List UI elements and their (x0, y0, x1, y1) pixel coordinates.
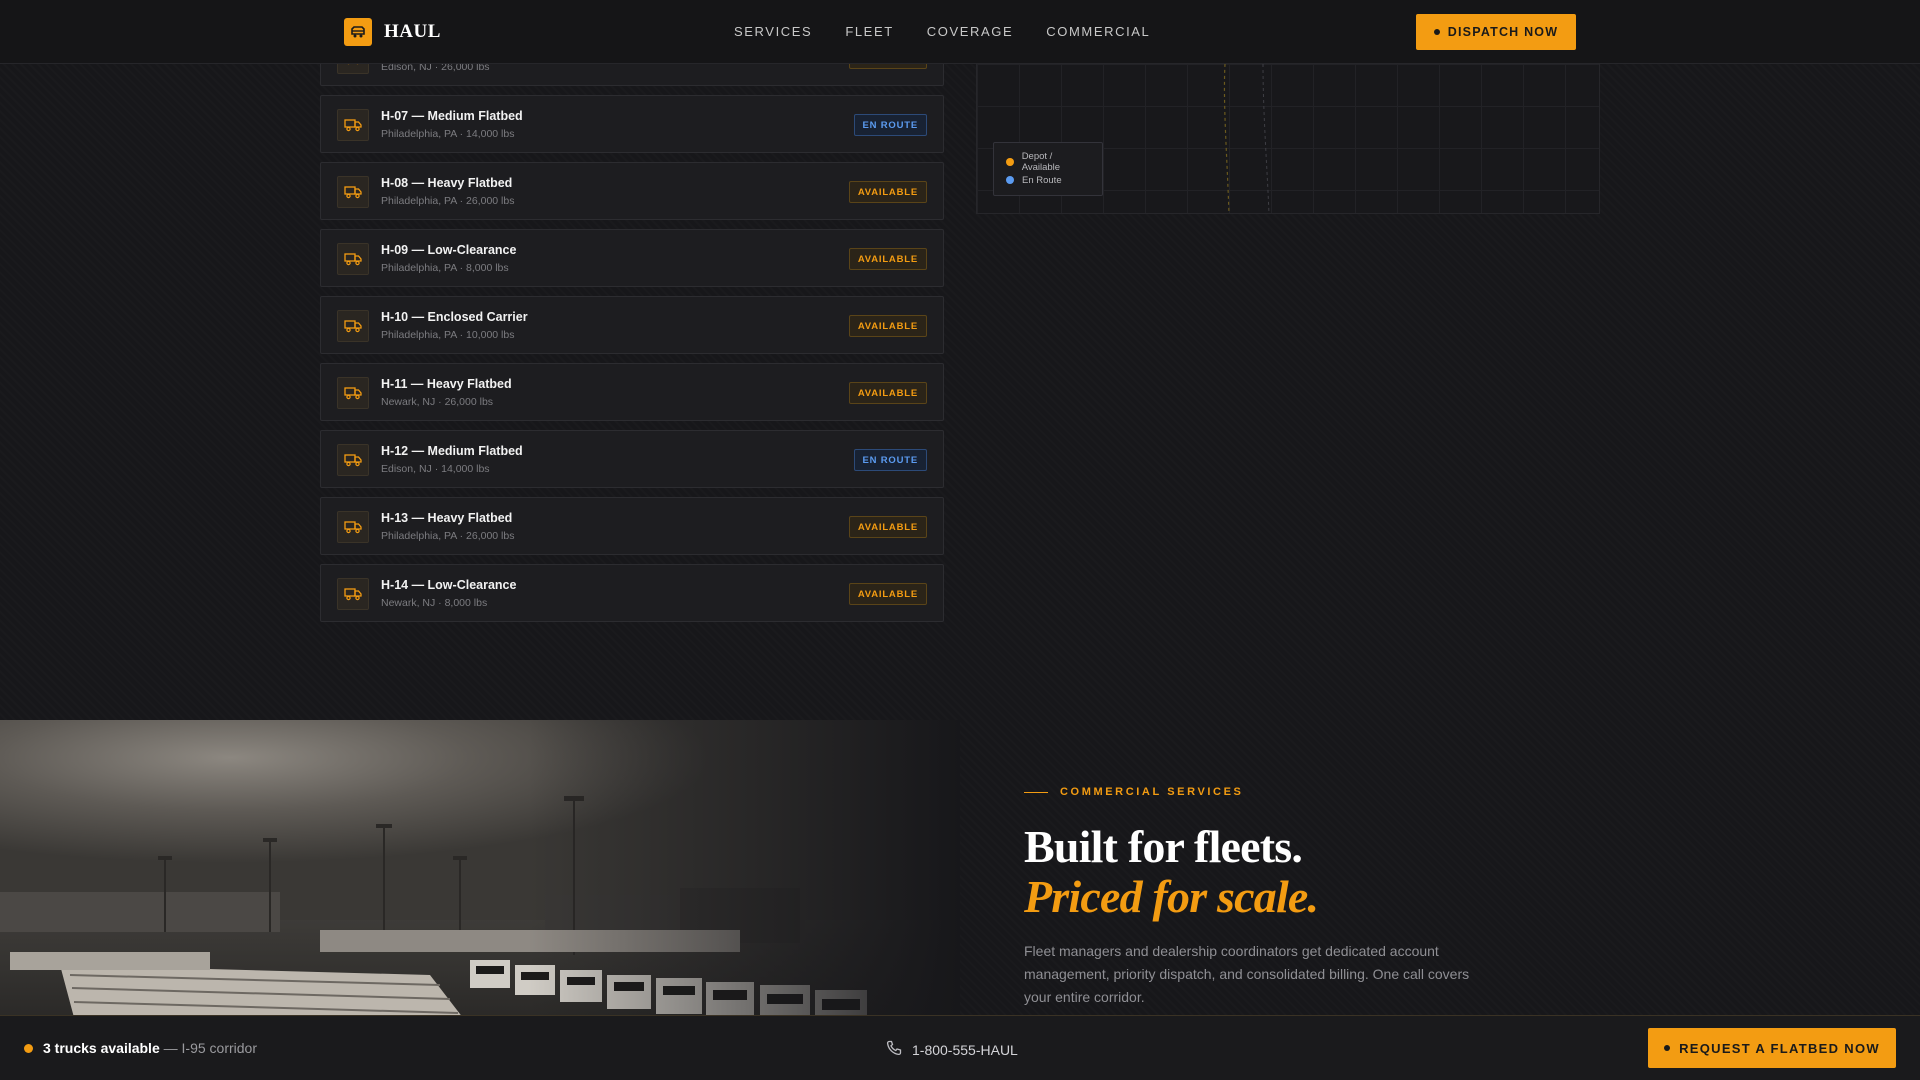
nav-services[interactable]: SERVICES (734, 24, 812, 39)
truck-meta: Philadelphia, PA · 26,000 lbs (381, 530, 515, 542)
status-badge: AVAILABLE (848, 181, 927, 203)
truck-name: H-12 — Medium Flatbed (381, 444, 523, 458)
legend-label-available: Depot / Available (1021, 151, 1061, 173)
truck-meta: Newark, NJ · 8,000 lbs (381, 597, 488, 609)
status-dot-icon (24, 1043, 33, 1053)
truck-icon (337, 377, 369, 409)
dot-icon (1433, 29, 1440, 35)
truck-name: H-11 — Heavy Flatbed (381, 377, 512, 391)
legend-item-enroute: En Route (1006, 171, 1090, 189)
availability-corridor: — I-95 corridor (163, 1040, 257, 1056)
coverage-map[interactable]: Depot / Available En Route (976, 64, 1600, 214)
nav-fleet[interactable]: FLEET (845, 24, 893, 39)
truck-card[interactable]: H-09 — Low-Clearance Philadelphia, PA · 8… (320, 229, 944, 287)
legend-label-enroute: En Route (1022, 174, 1062, 186)
dispatch-now-button[interactable]: DISPATCH NOW (1416, 14, 1576, 50)
logo-text: HAUL (384, 21, 441, 42)
truck-icon (337, 109, 369, 141)
phone-link[interactable]: 1-800-555-HAUL (886, 1040, 1018, 1059)
truck-card[interactable]: H-07 — Medium Flatbed Philadelphia, PA · … (320, 95, 944, 153)
nav-commercial[interactable]: COMMERCIAL (1046, 24, 1150, 39)
legend-dot-available (1006, 158, 1014, 166)
truck-card[interactable]: H-08 — Heavy Flatbed Philadelphia, PA · 2… (320, 162, 944, 220)
dispatch-now-label: DISPATCH NOW (1447, 25, 1559, 39)
availability-status: 3 trucks available — I-95 corridor (24, 1040, 257, 1056)
request-flatbed-label: REQUEST A FLATBED NOW (1679, 1040, 1880, 1056)
status-badge: EN ROUTE (853, 449, 927, 471)
truck-card[interactable]: H-10 — Enclosed Carrier Philadelphia, PA … (320, 296, 944, 354)
site-header: HAUL SERVICES FLEET COVERAGE COMMERCIAL … (0, 0, 1920, 64)
truck-logo-icon (344, 18, 372, 46)
eyebrow-label: COMMERCIAL SERVICES (1060, 786, 1244, 798)
truck-icon (337, 243, 369, 275)
section-body: Fleet managers and dealership coordinato… (1024, 943, 1470, 1005)
truck-meta: Philadelphia, PA · 10,000 lbs (381, 329, 515, 341)
status-badge: AVAILABLE (848, 248, 927, 270)
truck-card[interactable]: H-14 — Low-Clearance Newark, NJ · 8,000 l… (320, 564, 944, 622)
truck-icon (337, 444, 369, 476)
section-headline-accent: Priced for scale. (1024, 871, 1319, 922)
truck-name: H-10 — Enclosed Carrier (381, 310, 528, 324)
sticky-cta-bar: 3 trucks available — I-95 corridor 1-800… (0, 1015, 1920, 1080)
legend-item-available: Depot / Available (1006, 151, 1090, 173)
truck-name: H-13 — Heavy Flatbed (381, 511, 513, 525)
truck-card[interactable]: H-11 — Heavy Flatbed Newark, NJ · 26,000 … (320, 363, 944, 421)
truck-name: H-09 — Low-Clearance (381, 243, 517, 257)
nav-coverage[interactable]: COVERAGE (927, 24, 1013, 39)
section-eyebrow: COMMERCIAL SERVICES (1024, 786, 1243, 798)
truck-name: H-08 — Heavy Flatbed (381, 176, 513, 190)
status-badge: AVAILABLE (848, 382, 927, 404)
phone-icon (886, 1040, 902, 1059)
dot-icon (1664, 1045, 1671, 1051)
truck-icon (337, 176, 369, 208)
logo[interactable]: HAUL (344, 18, 441, 46)
status-badge: AVAILABLE (848, 583, 927, 605)
truck-icon (337, 511, 369, 543)
truck-meta: Philadelphia, PA · 8,000 lbs (381, 262, 509, 274)
section-headline: Built for fleets. (1024, 821, 1303, 872)
status-badge: AVAILABLE (848, 315, 927, 337)
truck-meta: Newark, NJ · 26,000 lbs (381, 396, 494, 408)
map-legend: Depot / Available En Route (993, 142, 1103, 196)
legend-dot-enroute (1006, 176, 1014, 184)
status-badge: AVAILABLE (848, 516, 927, 538)
truck-meta: Edison, NJ · 14,000 lbs (381, 463, 490, 475)
availability-text: 3 trucks available — I-95 corridor (43, 1040, 257, 1056)
status-badge: EN ROUTE (853, 114, 927, 136)
truck-card[interactable]: H-12 — Medium Flatbed Edison, NJ · 14,000… (320, 430, 944, 488)
truck-meta: Philadelphia, PA · 14,000 lbs (381, 128, 515, 140)
truck-name: H-14 — Low-Clearance (381, 578, 517, 592)
truck-name: H-07 — Medium Flatbed (381, 109, 523, 123)
request-flatbed-button[interactable]: REQUEST A FLATBED NOW (1648, 1028, 1896, 1068)
phone-number: 1-800-555-HAUL (912, 1041, 1018, 1058)
main-nav: SERVICES FLEET COVERAGE COMMERCIAL (734, 24, 1150, 39)
truck-icon (337, 310, 369, 342)
availability-count: 3 trucks available (43, 1040, 160, 1056)
eyebrow-line (1024, 791, 1048, 793)
truck-icon (337, 578, 369, 610)
truck-card[interactable]: H-13 — Heavy Flatbed Philadelphia, PA · 2… (320, 497, 944, 555)
truck-meta: Philadelphia, PA · 26,000 lbs (381, 195, 515, 207)
